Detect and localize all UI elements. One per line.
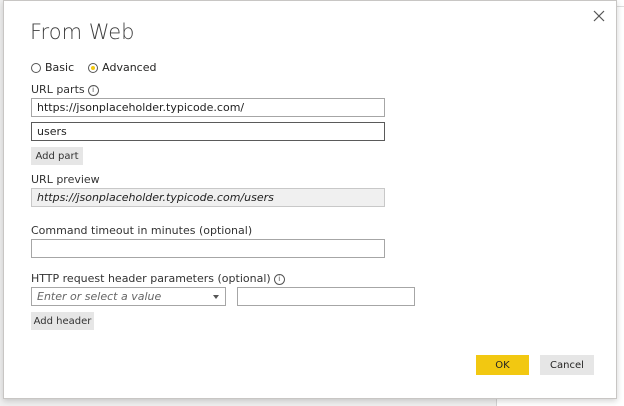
- basic-radio-label: Basic: [45, 61, 75, 74]
- advanced-radio-label: Advanced: [102, 61, 157, 74]
- mode-radio-group: Basic Advanced: [31, 61, 170, 74]
- http-headers-label: HTTP request header parameters (optional…: [31, 272, 285, 285]
- cancel-button[interactable]: Cancel: [540, 355, 594, 375]
- timeout-input[interactable]: [31, 239, 385, 258]
- timeout-label: Command timeout in minutes (optional): [31, 224, 253, 237]
- add-header-button[interactable]: Add header: [31, 312, 94, 330]
- url-part-input-1[interactable]: https://jsonplaceholder.typicode.com/: [31, 98, 385, 117]
- close-button[interactable]: [590, 7, 608, 25]
- ok-button[interactable]: OK: [476, 355, 529, 375]
- dialog-title: From Web: [30, 20, 135, 44]
- header-value-input[interactable]: [237, 287, 415, 306]
- advanced-radio[interactable]: Advanced: [88, 61, 156, 74]
- http-headers-label-text: HTTP request header parameters (optional…: [31, 272, 271, 285]
- radio-circle-icon: [31, 62, 41, 73]
- url-parts-label-text: URL parts: [31, 83, 85, 96]
- url-part-input-2[interactable]: users: [31, 122, 385, 141]
- url-parts-label: URL parts i: [31, 83, 99, 96]
- add-part-button[interactable]: Add part: [31, 147, 83, 165]
- url-preview-field: https://jsonplaceholder.typicode.com/use…: [31, 188, 385, 207]
- info-icon: i: [273, 273, 285, 285]
- chevron-down-icon: [213, 295, 219, 299]
- header-name-placeholder: Enter or select a value: [37, 290, 162, 303]
- close-icon: [593, 10, 605, 22]
- info-icon: i: [87, 84, 99, 96]
- from-web-dialog: From Web Basic Advanced URL parts i https…: [3, 0, 617, 399]
- radio-selected-icon: [88, 62, 99, 73]
- basic-radio[interactable]: Basic: [31, 61, 74, 74]
- url-preview-label: URL preview: [31, 173, 100, 186]
- screen: From Web Basic Advanced URL parts i https…: [0, 0, 624, 406]
- header-name-dropdown[interactable]: Enter or select a value: [31, 287, 226, 306]
